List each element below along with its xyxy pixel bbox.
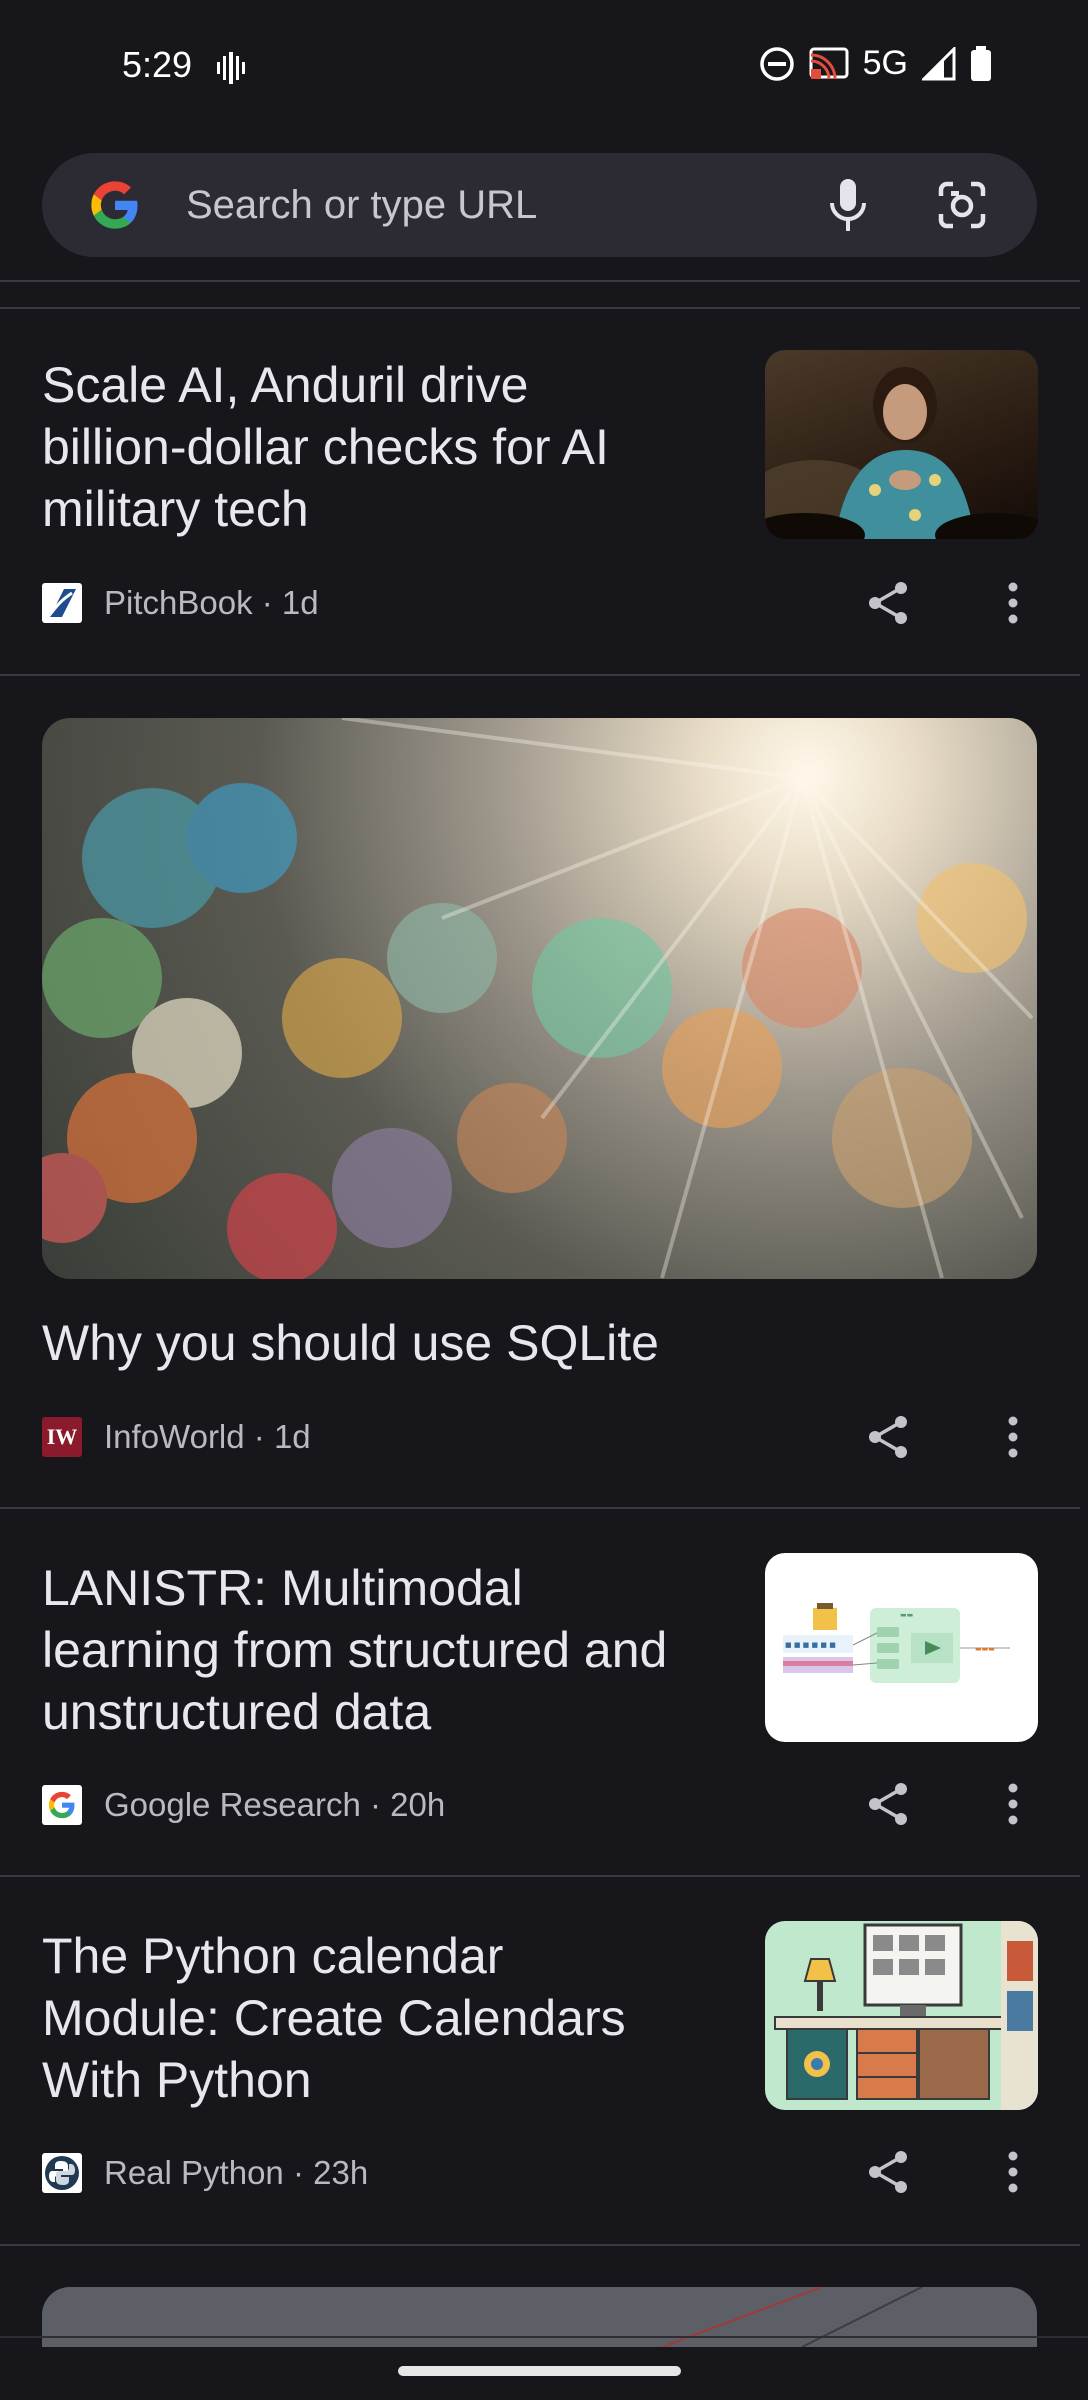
article-source: Real Python · 23h [42,2153,368,2193]
article-title[interactable]: LANISTR: Multimodal learning from structu… [42,1557,667,1743]
source-name: Real Python [104,2154,284,2191]
do-not-disturb-icon [759,46,794,81]
svg-text:▬▬▬: ▬▬▬ [975,1645,995,1653]
vibrate-icon [217,52,245,84]
google-lens-icon[interactable] [935,178,989,232]
article-hero-image[interactable] [42,718,1037,1279]
google-research-logo-icon [42,1785,82,1825]
divider [0,674,1080,676]
article-thumbnail[interactable] [765,1921,1038,2110]
desk-illustration-image [774,1921,1038,2110]
article-age: 20h [390,1786,446,1823]
search-input[interactable]: Search or type URL [186,183,825,228]
infoworld-logo-icon: IW [42,1417,82,1457]
share-icon[interactable] [865,1414,911,1460]
more-vert-icon[interactable] [1000,1781,1026,1827]
share-icon[interactable] [865,1781,911,1827]
divider [0,1875,1080,1877]
divider [0,280,1080,282]
svg-text:■ ■ ■ ■ ■ ■: ■ ■ ■ ■ ■ ■ [785,1641,836,1649]
cast-icon [809,47,849,79]
divider [0,1507,1080,1509]
omnibox[interactable]: Search or type URL [42,153,1037,257]
navigation-bar-divider [0,2336,1088,2338]
share-icon[interactable] [865,580,911,626]
more-vert-icon[interactable] [1000,1414,1026,1460]
person-image [765,367,1038,539]
next-article-image-content [661,2287,923,2347]
source-name: Google Research [104,1786,361,1823]
microphone-icon[interactable] [825,177,871,233]
share-icon[interactable] [865,2149,911,2195]
diagram-image: ■ ■ ■ ■ ■ ■ ▬▬▬ ▬▬ [783,1603,1010,1683]
article-title[interactable]: The Python calendar Module: Create Calend… [42,1925,626,2111]
next-article-image[interactable] [42,2287,1037,2347]
network-type: 5G [862,44,908,82]
status-time: 5:29 [122,44,193,85]
more-vert-icon[interactable] [1000,2149,1026,2195]
battery-icon [971,45,991,81]
source-name: PitchBook [104,584,253,621]
status-icons: 5G [759,44,992,83]
divider [0,307,1080,309]
article-thumbnail[interactable]: ■ ■ ■ ■ ■ ■ ▬▬▬ ▬▬ [765,1553,1038,1742]
article-source: Google Research · 20h [42,1785,445,1825]
article-title[interactable]: Why you should use SQLite [42,1312,659,1374]
article-source: IW InfoWorld · 1d [42,1417,311,1457]
article-age: 1d [273,1418,311,1455]
home-gesture-handle[interactable] [398,2366,681,2376]
source-name: InfoWorld [104,1418,245,1455]
article-thumbnail[interactable] [765,350,1038,539]
google-g-icon [91,181,138,229]
article-age: 23h [313,2154,369,2191]
article-source: PitchBook · 1d [42,583,319,623]
article-age: 1d [281,584,319,621]
divider [0,2244,1080,2246]
article-title[interactable]: Scale AI, Anduril drive billion-dollar ch… [42,354,609,540]
more-vert-icon[interactable] [1000,580,1026,626]
real-python-logo-icon [42,2153,82,2193]
pitchbook-logo-icon [42,583,82,623]
svg-text:▬▬: ▬▬ [900,1611,913,1619]
signal-icon [922,46,956,80]
bokeh-image [42,718,1034,1279]
